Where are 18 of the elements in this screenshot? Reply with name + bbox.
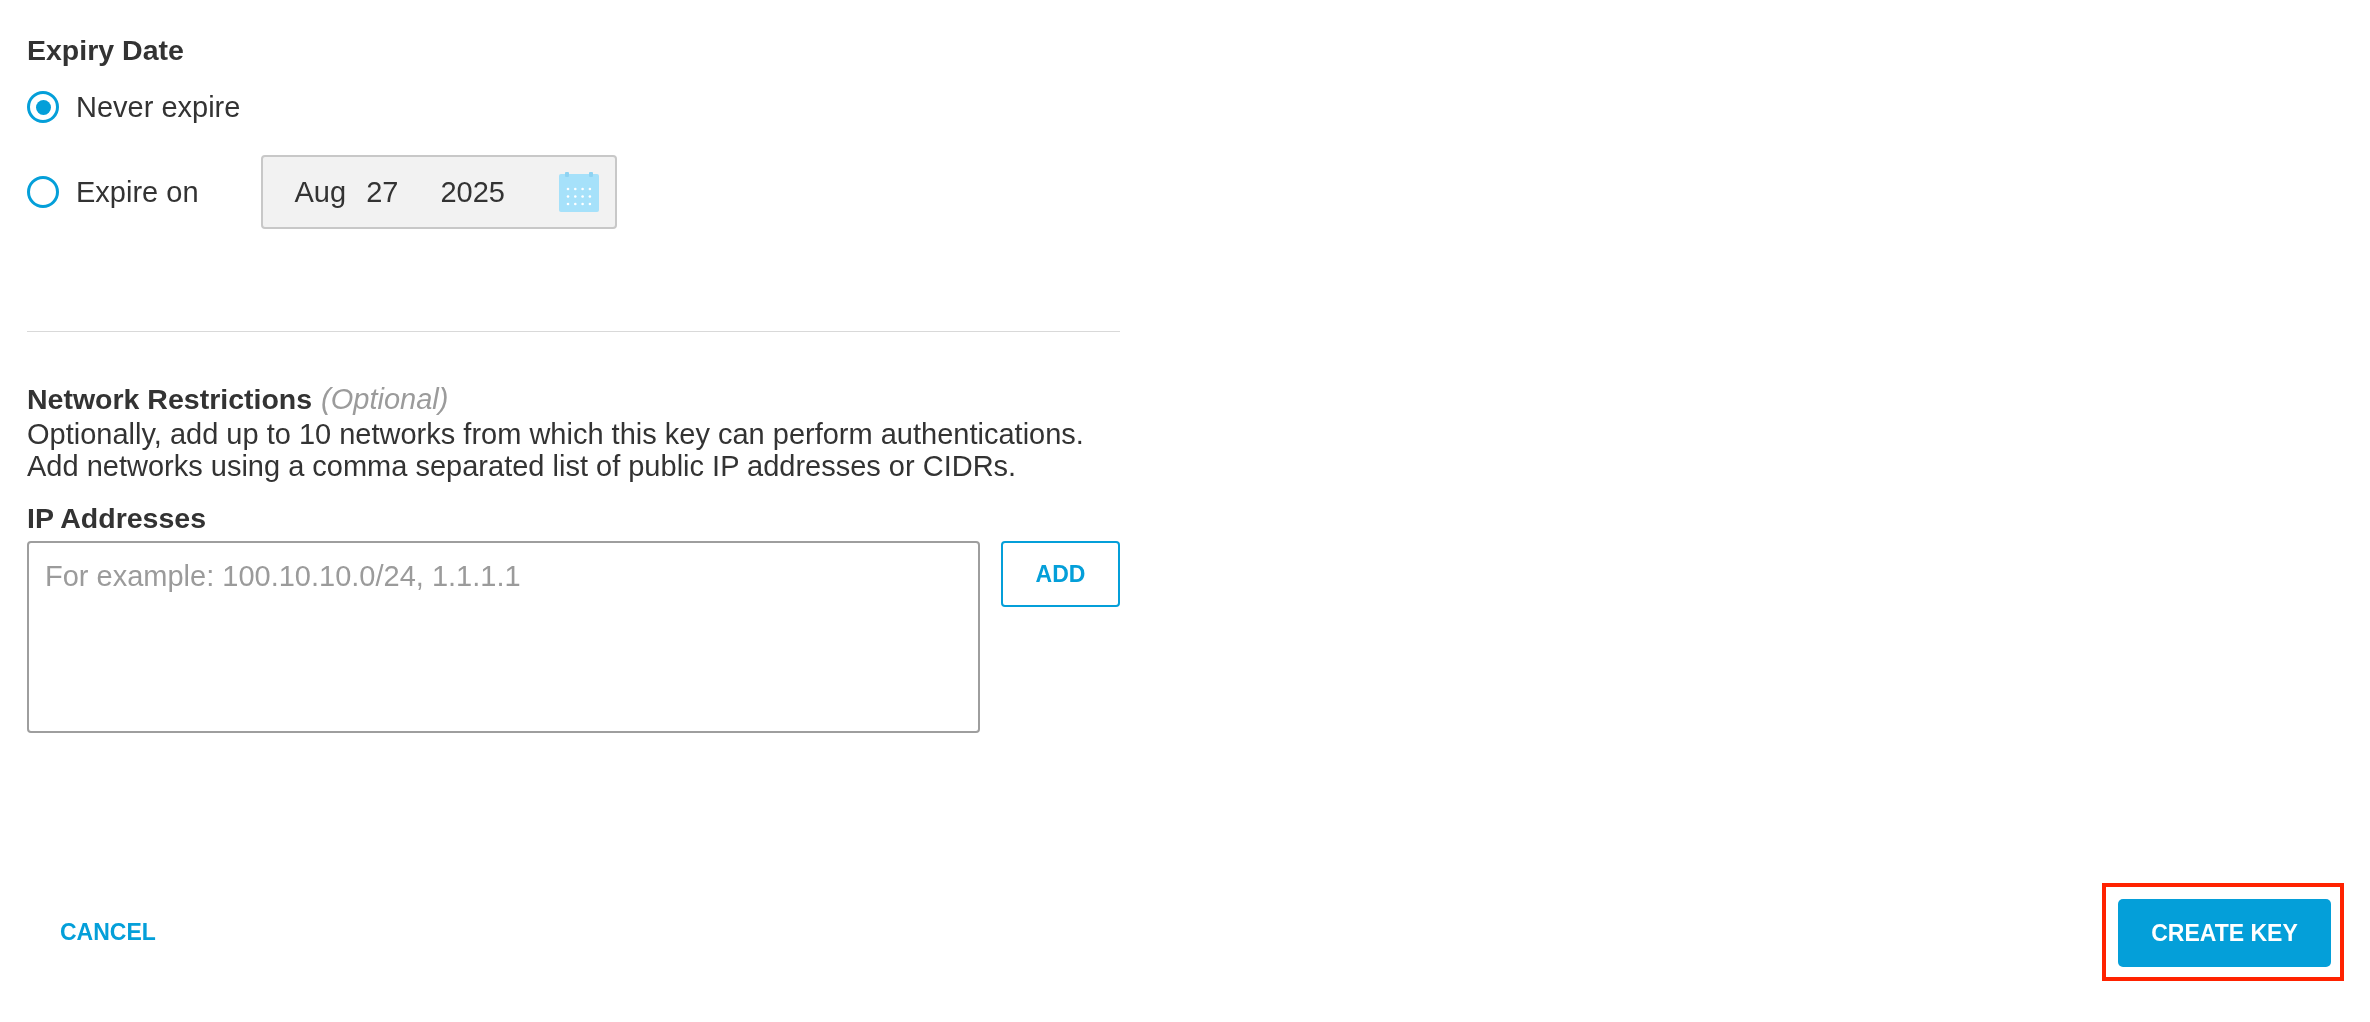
add-button[interactable]: ADD	[1001, 541, 1120, 607]
ip-address-field[interactable]: For example: 100.10.10.0/24, 1.1.1.1	[27, 541, 980, 733]
field-label: IP Addresses	[27, 502, 207, 534]
option-label: Never expire	[76, 90, 241, 124]
cancel-button[interactable]: CANCEL	[52, 914, 164, 950]
radio-button[interactable]	[27, 176, 59, 208]
radio-button[interactable]	[27, 91, 59, 123]
optional-note: (Optional)	[321, 383, 449, 415]
date-year: 2025	[440, 175, 505, 209]
date-month: Aug	[294, 175, 347, 209]
calendar-icon[interactable]	[558, 172, 599, 212]
date-day: 27	[366, 175, 399, 209]
section-title: Expiry Date	[27, 33, 185, 67]
option-label: Expire on	[76, 175, 199, 209]
date-field[interactable]: Aug 27 2025	[260, 155, 617, 229]
description-text: Optionally, add up to 10 networks from which this key can perform authentications. Add networks using a comma separated list of public IP addresses or CIDRs.	[27, 418, 1085, 482]
create-key-button[interactable]: CREATE KEY	[2118, 899, 2331, 967]
section-title: Network Restrictions	[27, 383, 313, 415]
